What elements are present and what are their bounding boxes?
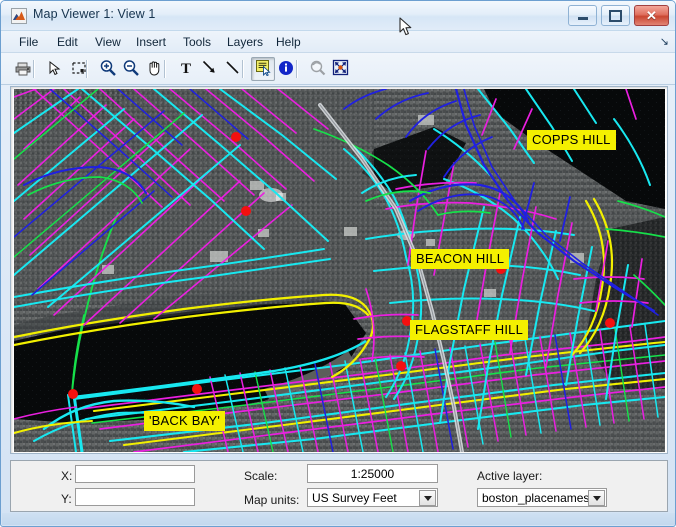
pan-button[interactable] — [142, 57, 166, 81]
map-viewer-window: Map Viewer 1: View 1 ✕ File Edit View In… — [0, 0, 676, 527]
zoom-previous-icon — [309, 59, 326, 79]
menu-item-layers[interactable]: Layers — [221, 34, 269, 50]
mouse-cursor — [399, 17, 413, 40]
tool-bar: T — [1, 53, 676, 85]
map-canvas[interactable]: COPPS HILL BEACON HILL FLAGSTAFF HILL 'B… — [14, 89, 665, 452]
insert-text-button[interactable]: T — [174, 57, 198, 81]
status-panel: X: Y: Scale: Map units: US Survey Feet A… — [10, 460, 668, 512]
zoom-previous-button[interactable] — [305, 57, 329, 81]
minimize-icon — [569, 6, 596, 25]
print-button[interactable] — [11, 57, 35, 81]
menu-bar: File Edit View Insert Tools Layers Help … — [1, 31, 676, 53]
window-title: Map Viewer 1: View 1 — [33, 7, 155, 21]
map-units-label: Map units: — [244, 493, 299, 507]
print-icon — [14, 59, 32, 80]
menu-overflow-icon[interactable]: ↘ — [660, 35, 669, 49]
y-coordinate-input[interactable] — [75, 488, 195, 506]
info-icon — [278, 60, 294, 79]
matlab-map-icon — [11, 8, 27, 24]
select-arrow-button[interactable] — [43, 57, 67, 81]
menu-item-insert[interactable]: Insert — [130, 34, 172, 50]
insert-line-button[interactable] — [220, 57, 244, 81]
fit-to-window-button[interactable] — [328, 57, 352, 81]
insert-arrow-button[interactable] — [197, 57, 221, 81]
map-label-flagstaff-hill: FLAGSTAFF HILL — [410, 320, 528, 340]
active-layer-label: Active layer: — [477, 469, 542, 483]
map-units-value: US Survey Feet — [312, 490, 397, 506]
active-layer-value: boston_placenames — [482, 490, 589, 506]
map-units-combobox[interactable]: US Survey Feet — [307, 488, 438, 507]
marquee-select-button[interactable] — [67, 57, 91, 81]
x-coordinate-label: X: — [61, 469, 72, 483]
info-button[interactable] — [274, 57, 298, 81]
menu-item-edit[interactable]: Edit — [51, 34, 84, 50]
chevron-down-icon[interactable] — [419, 490, 436, 506]
maximize-button[interactable] — [601, 5, 630, 26]
chevron-down-icon[interactable] — [588, 490, 605, 506]
window-bottom-strip — [2, 513, 676, 525]
menu-item-help[interactable]: Help — [270, 34, 307, 50]
map-label-beacon-hill: BEACON HILL — [411, 249, 509, 269]
maximize-icon — [602, 6, 629, 25]
scale-label: Scale: — [244, 469, 277, 483]
zoom-out-icon — [122, 59, 140, 80]
active-layer-combobox[interactable]: boston_placenames — [477, 488, 607, 507]
scale-input[interactable] — [307, 464, 438, 483]
menu-item-tools[interactable]: Tools — [177, 34, 217, 50]
zoom-in-icon — [99, 59, 117, 80]
close-button[interactable]: ✕ — [634, 5, 669, 26]
datatip-select-icon — [255, 59, 272, 79]
fit-to-window-icon — [332, 59, 349, 79]
pan-hand-icon — [146, 59, 163, 79]
x-coordinate-input[interactable] — [75, 465, 195, 483]
zoom-in-button[interactable] — [96, 57, 120, 81]
close-icon: ✕ — [635, 6, 668, 25]
title-bar: Map Viewer 1: View 1 ✕ — [1, 1, 676, 31]
insert-arrow-icon — [201, 59, 218, 79]
map-panel: COPPS HILL BEACON HILL FLAGSTAFF HILL 'B… — [10, 86, 668, 454]
datatip-select-button[interactable] — [251, 57, 275, 81]
minimize-button[interactable] — [568, 5, 597, 26]
menu-item-view[interactable]: View — [89, 34, 127, 50]
arrow-select-icon — [47, 60, 63, 79]
marquee-select-icon — [71, 60, 87, 79]
insert-line-icon — [224, 59, 241, 79]
insert-text-icon: T — [181, 62, 191, 77]
map-label-back-bay: 'BACK BAY' — [144, 411, 225, 431]
map-label-copps-hill: COPPS HILL — [527, 130, 616, 150]
menu-item-file[interactable]: File — [13, 34, 44, 50]
zoom-out-button[interactable] — [119, 57, 143, 81]
y-coordinate-label: Y: — [61, 492, 72, 506]
